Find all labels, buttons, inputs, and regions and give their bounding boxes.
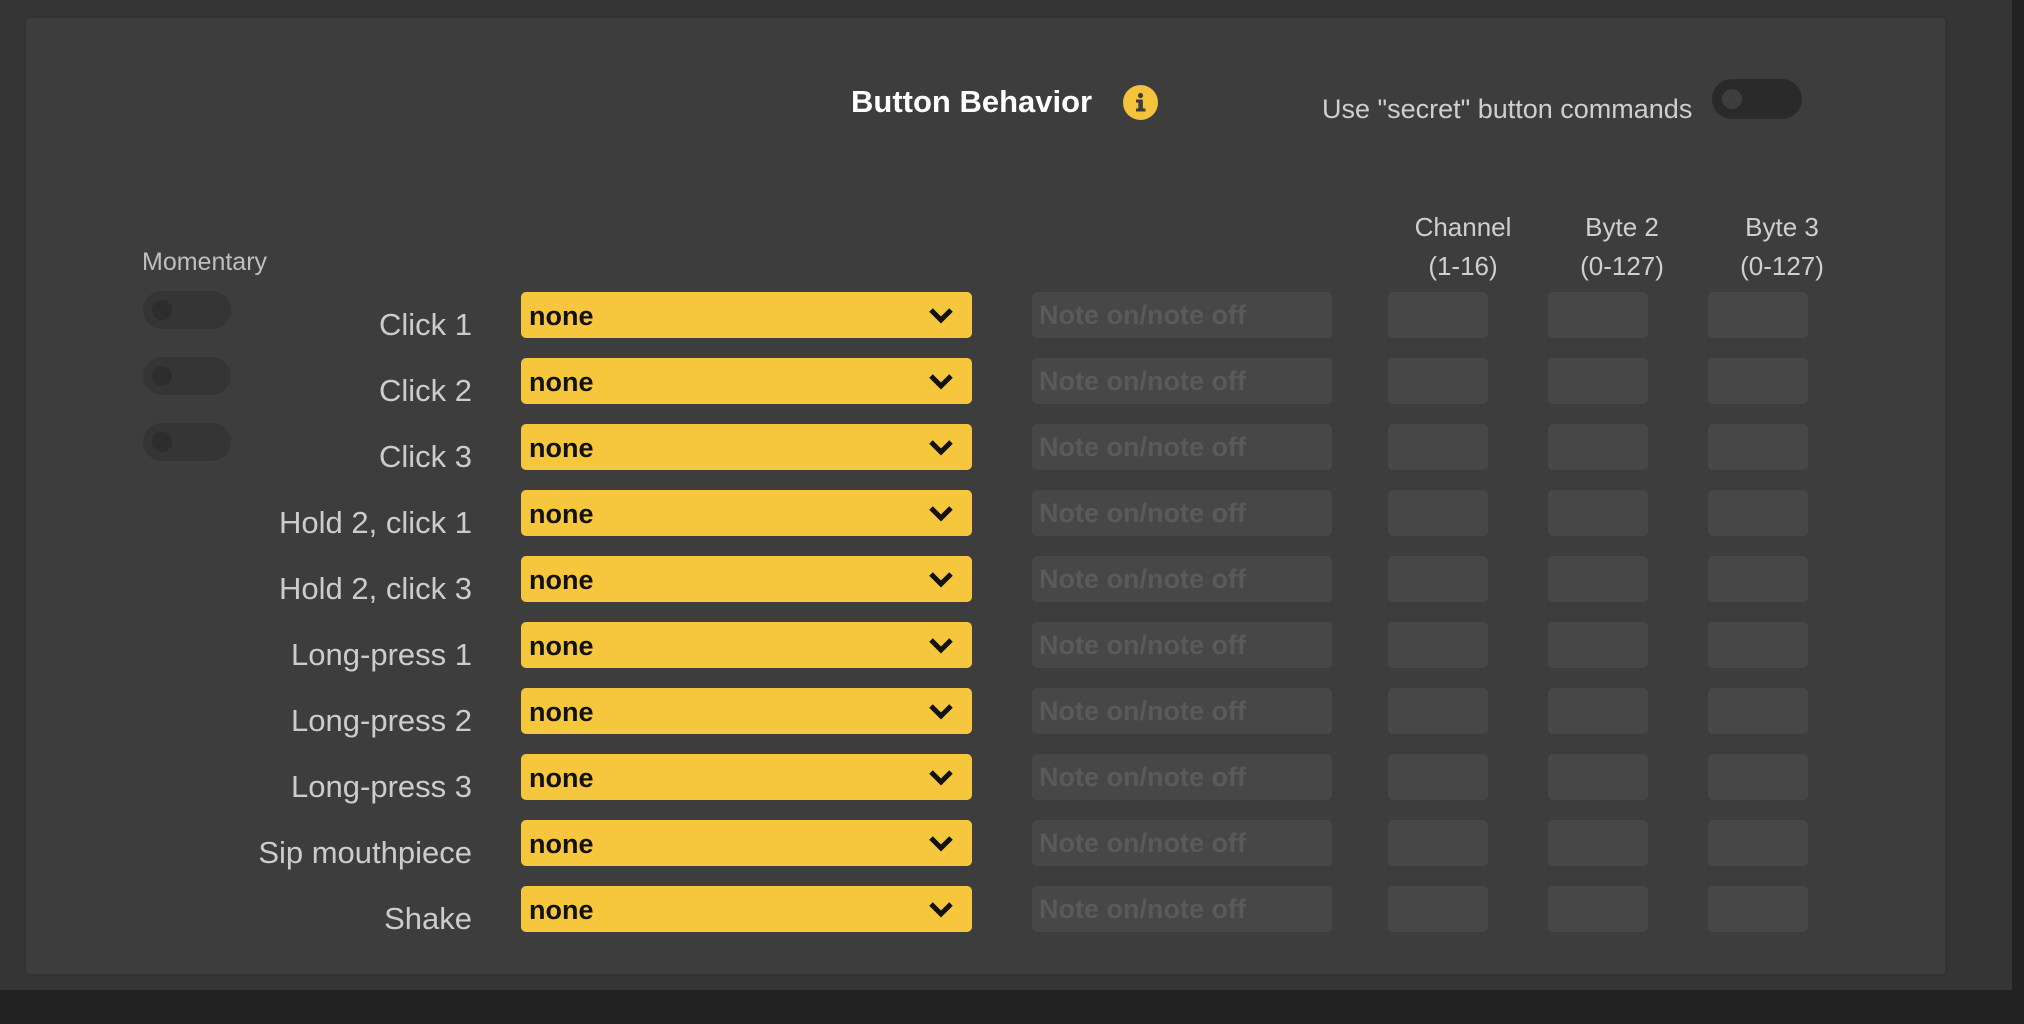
- row-label: Long-press 1: [291, 637, 472, 672]
- chevron-down-icon: [928, 438, 954, 463]
- channel-input[interactable]: [1388, 424, 1488, 470]
- action-select-value: none: [529, 829, 594, 859]
- action-select-value: none: [529, 433, 594, 463]
- toggle-knob: [1722, 89, 1742, 109]
- chevron-down-icon: [928, 504, 954, 529]
- note-type-field[interactable]: Note on/note off: [1032, 358, 1332, 404]
- column-header-byte2: Byte 2 (0-127): [1542, 208, 1702, 286]
- action-select[interactable]: none: [521, 556, 972, 602]
- action-select-value: none: [529, 301, 594, 331]
- chevron-down-icon: [928, 702, 954, 727]
- column-header-byte2-range: (0-127): [1580, 251, 1664, 281]
- page-title: Button Behavior: [851, 84, 1093, 119]
- channel-input[interactable]: [1388, 622, 1488, 668]
- note-type-field[interactable]: Note on/note off: [1032, 556, 1332, 602]
- action-select-value: none: [529, 499, 594, 529]
- byte3-input[interactable]: [1708, 490, 1808, 536]
- action-select[interactable]: none: [521, 424, 972, 470]
- row-label: Long-press 2: [291, 703, 472, 738]
- byte3-input[interactable]: [1708, 754, 1808, 800]
- channel-input[interactable]: [1388, 358, 1488, 404]
- byte2-input[interactable]: [1548, 622, 1648, 668]
- channel-input[interactable]: [1388, 820, 1488, 866]
- byte3-input[interactable]: [1708, 622, 1808, 668]
- row-label: Hold 2, click 1: [279, 505, 472, 540]
- toggle-knob: [152, 432, 172, 452]
- byte2-input[interactable]: [1548, 358, 1648, 404]
- row-label: Long-press 3: [291, 769, 472, 804]
- action-select-value: none: [529, 565, 594, 595]
- byte3-input[interactable]: [1708, 424, 1808, 470]
- byte2-input[interactable]: [1548, 754, 1648, 800]
- byte2-input[interactable]: [1548, 820, 1648, 866]
- action-select[interactable]: none: [521, 358, 972, 404]
- channel-input[interactable]: [1388, 490, 1488, 536]
- byte2-input[interactable]: [1548, 424, 1648, 470]
- byte2-input[interactable]: [1548, 688, 1648, 734]
- column-header-byte3-title: Byte 3: [1745, 212, 1819, 242]
- info-icon[interactable]: [1123, 85, 1158, 120]
- toggle-knob: [152, 300, 172, 320]
- column-header-channel: Channel (1-16): [1383, 208, 1543, 286]
- column-header-byte2-title: Byte 2: [1585, 212, 1659, 242]
- channel-input[interactable]: [1388, 292, 1488, 338]
- note-type-field[interactable]: Note on/note off: [1032, 292, 1332, 338]
- byte2-input[interactable]: [1548, 292, 1648, 338]
- momentary-label: Momentary: [142, 248, 268, 276]
- byte3-input[interactable]: [1708, 886, 1808, 932]
- action-select-value: none: [529, 763, 594, 793]
- chevron-down-icon: [928, 306, 954, 331]
- byte2-input[interactable]: [1548, 490, 1648, 536]
- note-type-field[interactable]: Note on/note off: [1032, 886, 1332, 932]
- action-select[interactable]: none: [521, 886, 972, 932]
- column-header-channel-range: (1-16): [1428, 251, 1498, 281]
- action-select-value: none: [529, 697, 594, 727]
- action-select[interactable]: none: [521, 820, 972, 866]
- action-select[interactable]: none: [521, 292, 972, 338]
- byte3-input[interactable]: [1708, 556, 1808, 602]
- byte2-input[interactable]: [1548, 886, 1648, 932]
- action-select-value: none: [529, 367, 594, 397]
- secret-commands-toggle[interactable]: [1712, 79, 1802, 119]
- note-type-field[interactable]: Note on/note off: [1032, 820, 1332, 866]
- action-select[interactable]: none: [521, 754, 972, 800]
- action-select-value: none: [529, 631, 594, 661]
- column-header-byte3-range: (0-127): [1740, 251, 1824, 281]
- secret-commands-label: Use "secret" button commands: [1322, 94, 1693, 124]
- action-select-value: none: [529, 895, 594, 925]
- chevron-down-icon: [928, 570, 954, 595]
- action-select[interactable]: none: [521, 490, 972, 536]
- chevron-down-icon: [928, 372, 954, 397]
- row-label: Sip mouthpiece: [258, 835, 472, 870]
- action-select[interactable]: none: [521, 688, 972, 734]
- channel-input[interactable]: [1388, 886, 1488, 932]
- column-header-channel-title: Channel: [1414, 212, 1512, 242]
- note-type-field[interactable]: Note on/note off: [1032, 490, 1332, 536]
- byte3-input[interactable]: [1708, 688, 1808, 734]
- note-type-field[interactable]: Note on/note off: [1032, 754, 1332, 800]
- button-behavior-panel: Button Behavior Use "secret" button comm…: [23, 15, 1948, 977]
- note-type-field[interactable]: Note on/note off: [1032, 688, 1332, 734]
- row-label: Shake: [384, 901, 472, 936]
- chevron-down-icon: [928, 768, 954, 793]
- channel-input[interactable]: [1388, 754, 1488, 800]
- note-type-field[interactable]: Note on/note off: [1032, 622, 1332, 668]
- channel-input[interactable]: [1388, 688, 1488, 734]
- row-label: Click 2: [378, 373, 472, 408]
- byte2-input[interactable]: [1548, 556, 1648, 602]
- row-label: Click 1: [378, 307, 472, 342]
- row-label: Click 3: [378, 439, 472, 474]
- action-select[interactable]: none: [521, 622, 972, 668]
- channel-input[interactable]: [1388, 556, 1488, 602]
- byte3-input[interactable]: [1708, 292, 1808, 338]
- column-header-byte3: Byte 3 (0-127): [1702, 208, 1862, 286]
- byte3-input[interactable]: [1708, 358, 1808, 404]
- chevron-down-icon: [928, 636, 954, 661]
- byte3-input[interactable]: [1708, 820, 1808, 866]
- row-label: Hold 2, click 3: [279, 571, 472, 606]
- toggle-knob: [152, 366, 172, 386]
- chevron-down-icon: [928, 900, 954, 925]
- note-type-field[interactable]: Note on/note off: [1032, 424, 1332, 470]
- chevron-down-icon: [928, 834, 954, 859]
